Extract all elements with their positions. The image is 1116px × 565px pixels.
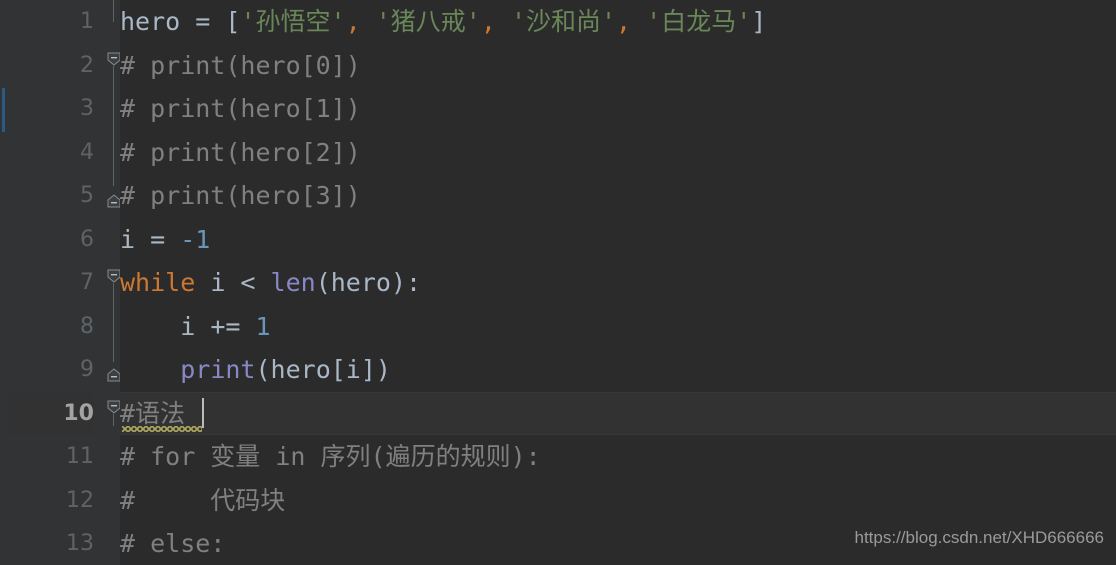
code-line-13[interactable]: # else: (120, 522, 225, 565)
line-number-10[interactable]: 10 (8, 391, 94, 435)
code-line-3[interactable]: # print(hero[1]) (120, 87, 361, 131)
code-token: -1 (180, 224, 211, 254)
code-token: 1 (255, 311, 271, 341)
code-token: i (120, 224, 136, 254)
code-line-7[interactable]: while i < len(hero): (120, 261, 421, 305)
code-line-8[interactable]: i += 1 (120, 305, 271, 349)
vcs-marker-strip (0, 0, 8, 565)
line-number-6[interactable]: 6 (8, 218, 94, 262)
code-line-1[interactable]: hero = ['孙悟空', '猪八戒', '沙和尚', '白龙马'] (120, 0, 766, 44)
code-token: < (240, 268, 256, 297)
code-line-11[interactable]: # for 变量 in 序列(遍历的规则): (120, 435, 541, 479)
code-token: # 代码块 (120, 485, 286, 515)
code-token: # print(hero[3]) (120, 181, 361, 210)
code-line-9[interactable]: print(hero[i]) (120, 348, 391, 392)
code-line-4[interactable]: # print(hero[2]) (120, 131, 361, 175)
code-token: '沙和尚' (510, 7, 617, 36)
current-line-highlight (120, 391, 1116, 435)
fold-collapse-up-icon[interactable] (107, 194, 121, 208)
code-token: '白龙马' (646, 7, 752, 36)
code-token: , (480, 7, 496, 36)
code-line-6[interactable]: i = -1 (120, 218, 210, 262)
code-token: i (195, 268, 241, 297)
code-token: (hero[i]) (255, 355, 391, 384)
fold-region-line (113, 413, 114, 426)
code-line-2[interactable]: # print(hero[0]) (120, 44, 361, 88)
line-number-12[interactable]: 12 (8, 479, 94, 523)
code-folding-column[interactable] (107, 0, 121, 565)
line-number-13[interactable]: 13 (8, 522, 94, 565)
code-token: '孙悟空' (240, 7, 346, 36)
code-editor-window: 1 2 3 4 5 6 7 8 9 10 11 12 13 hero = ['孙悟空', '猪八戒', … (0, 0, 1116, 565)
fold-region-line (113, 283, 114, 362)
fold-collapse-down-icon[interactable] (107, 400, 121, 414)
code-token: # else: (120, 529, 226, 558)
fold-region-line (113, 65, 114, 186)
code-token: print (180, 355, 256, 384)
code-line-12[interactable]: # 代码块 (120, 479, 285, 523)
line-number-8[interactable]: 8 (8, 305, 94, 349)
code-token: = (150, 224, 166, 254)
code-token: hero (120, 7, 181, 36)
text-caret (202, 397, 204, 428)
code-token: , (345, 7, 361, 36)
code-text-area[interactable]: hero = ['孙悟空', '猪八戒', '沙和尚', '白龙马'] # pri… (120, 0, 1116, 565)
code-token: += (210, 311, 241, 341)
line-number-2[interactable]: 2 (8, 44, 94, 88)
code-token: '猪八戒' (375, 7, 481, 36)
code-token: len (270, 268, 316, 297)
line-number-9[interactable]: 9 (8, 348, 94, 392)
code-token: while (120, 268, 196, 297)
line-number-gutter[interactable]: 1 2 3 4 5 6 7 8 9 10 11 12 13 (8, 0, 108, 565)
code-token: #语法 (120, 398, 186, 428)
code-token: ] (751, 7, 767, 36)
line-number-3[interactable]: 3 (8, 87, 94, 131)
line-number-1[interactable]: 1 (8, 0, 94, 44)
code-token: (hero): (315, 268, 422, 297)
code-line-5[interactable]: # print(hero[3]) (120, 174, 361, 218)
code-token: , (616, 7, 632, 36)
code-token: i (120, 311, 211, 341)
line-number-11[interactable]: 11 (8, 435, 94, 479)
fold-collapse-down-icon[interactable] (107, 52, 121, 66)
vcs-change-marker[interactable] (2, 88, 5, 132)
fold-collapse-up-icon[interactable] (107, 368, 121, 382)
spelling-warning-squiggle (122, 425, 202, 432)
fold-region-line (113, 0, 114, 22)
line-number-4[interactable]: 4 (8, 131, 94, 175)
fold-collapse-down-icon[interactable] (107, 269, 121, 283)
code-token: = (195, 7, 211, 36)
code-token: # print(hero[2]) (120, 137, 361, 167)
code-token: [ (225, 7, 241, 36)
code-token: # print(hero[1]) (120, 94, 361, 123)
line-number-7[interactable]: 7 (8, 261, 94, 305)
watermark-url: https://blog.csdn.net/XHD666666 (854, 528, 1105, 547)
line-number-5[interactable]: 5 (8, 174, 94, 218)
code-token: # print(hero[0]) (120, 50, 361, 80)
code-token: # for 变量 in 序列(遍历的规则): (120, 442, 541, 471)
